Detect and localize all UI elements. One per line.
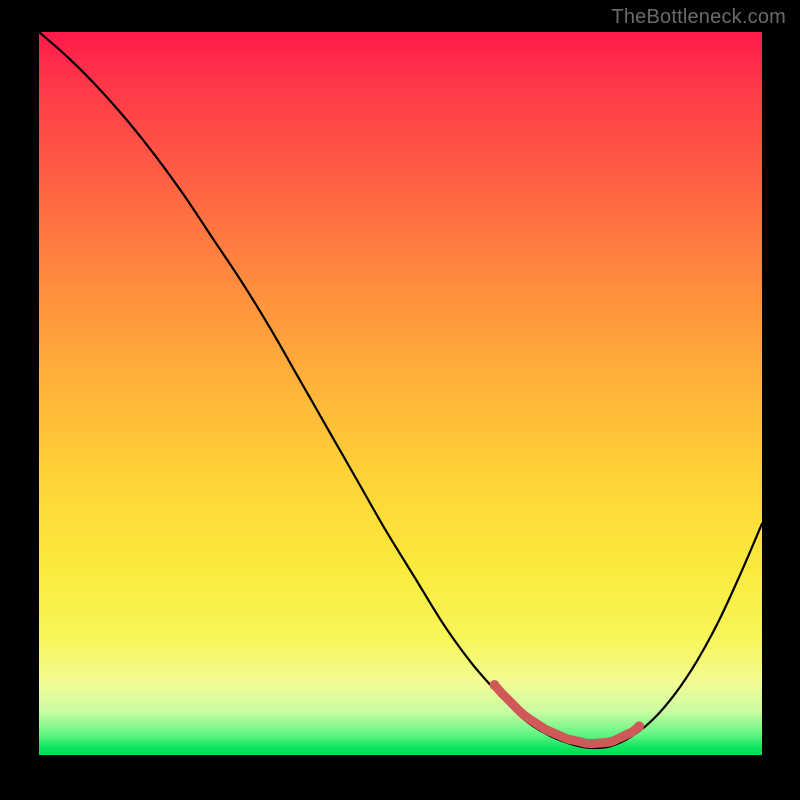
plot-area xyxy=(39,32,762,755)
source-watermark: TheBottleneck.com xyxy=(611,6,786,29)
chart-frame: TheBottleneck.com xyxy=(0,0,800,800)
bottleneck-curve xyxy=(39,32,762,748)
curve-overlay xyxy=(39,32,762,755)
optimal-range-end-dot xyxy=(634,721,644,731)
optimal-range-start-dot xyxy=(489,680,499,690)
optimal-range-highlight xyxy=(494,685,639,743)
